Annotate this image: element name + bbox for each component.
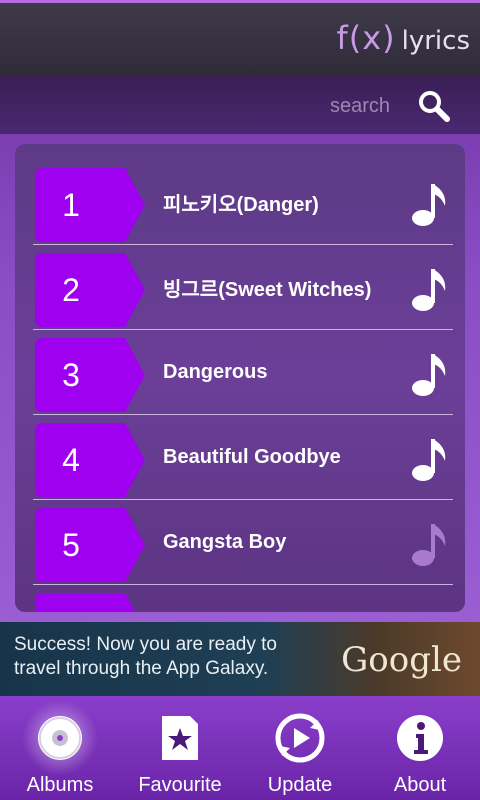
track-number-tab: 2	[35, 253, 145, 327]
ad-text-line2: travel through the App Galaxy.	[14, 658, 269, 679]
track-number-tab: 4	[35, 423, 145, 497]
track-title: Beautiful Goodbye	[163, 445, 341, 468]
bottom-nav: Albums Favourite Update About	[0, 696, 480, 800]
track-title: Dangerous	[163, 360, 268, 383]
track-title: Gangsta Boy	[163, 530, 287, 553]
nav-label: Albums	[26, 774, 94, 796]
music-note-icon	[412, 269, 446, 311]
track-row[interactable]: 3 Dangerous	[33, 330, 453, 415]
nav-update[interactable]: Update	[240, 696, 360, 800]
track-title: 피노키오(Danger)	[163, 193, 319, 216]
ad-banner[interactable]: Success! Now you are ready to travel thr…	[0, 622, 480, 696]
main-content: 1 피노키오(Danger) 2 빙그르(Sweet Witches) 3 Da…	[0, 134, 480, 622]
track-list-panel: 1 피노키오(Danger) 2 빙그르(Sweet Witches) 3 Da…	[15, 144, 465, 612]
brand: f(x) lyrics	[336, 19, 470, 59]
music-note-icon	[412, 524, 446, 566]
track-row[interactable]: 4 Beautiful Goodbye	[33, 415, 453, 500]
track-number: 4	[62, 441, 80, 478]
track-number: 5	[62, 526, 80, 563]
track-number-tab: 5	[35, 508, 145, 582]
track-number-tab: 3	[35, 338, 145, 412]
nav-label: About	[393, 774, 447, 796]
nav-albums[interactable]: Albums	[0, 696, 120, 800]
track-number: 2	[62, 271, 80, 308]
search-button[interactable]	[416, 88, 452, 124]
nav-label: Favourite	[138, 774, 222, 796]
brand-logo: f(x)	[336, 19, 396, 57]
track-row[interactable]: 2 빙그르(Sweet Witches)	[33, 245, 453, 330]
search-input[interactable]	[188, 90, 392, 122]
nav-favourite[interactable]: Favourite	[120, 696, 240, 800]
app-header: f(x) lyrics	[0, 0, 480, 76]
nav-about[interactable]: About	[360, 696, 480, 800]
music-note-icon	[412, 354, 446, 396]
magnifier-icon	[419, 91, 450, 122]
nav-label: Update	[267, 774, 333, 796]
track-list: 1 피노키오(Danger) 2 빙그르(Sweet Witches) 3 Da…	[33, 160, 453, 612]
track-number: 1	[62, 186, 80, 223]
track-row-partial[interactable]	[33, 585, 453, 612]
search-bar	[0, 76, 480, 134]
ad-logo: Google	[341, 640, 462, 680]
music-note-icon	[412, 439, 446, 481]
ad-text-line1: Success! Now you are ready to	[14, 634, 277, 655]
track-title: 빙그르(Sweet Witches)	[163, 278, 372, 301]
refresh-icon	[274, 712, 326, 764]
track-row[interactable]: 5 Gangsta Boy	[33, 500, 453, 585]
music-note-icon	[412, 184, 446, 226]
brand-text: lyrics	[401, 26, 470, 56]
disc-icon	[22, 700, 98, 776]
track-number-tab: 1	[35, 168, 145, 242]
info-icon	[394, 712, 446, 764]
star-icon	[154, 712, 206, 764]
track-row[interactable]: 1 피노키오(Danger)	[33, 160, 453, 245]
track-number: 3	[62, 356, 80, 393]
track-number-tab	[35, 593, 145, 612]
